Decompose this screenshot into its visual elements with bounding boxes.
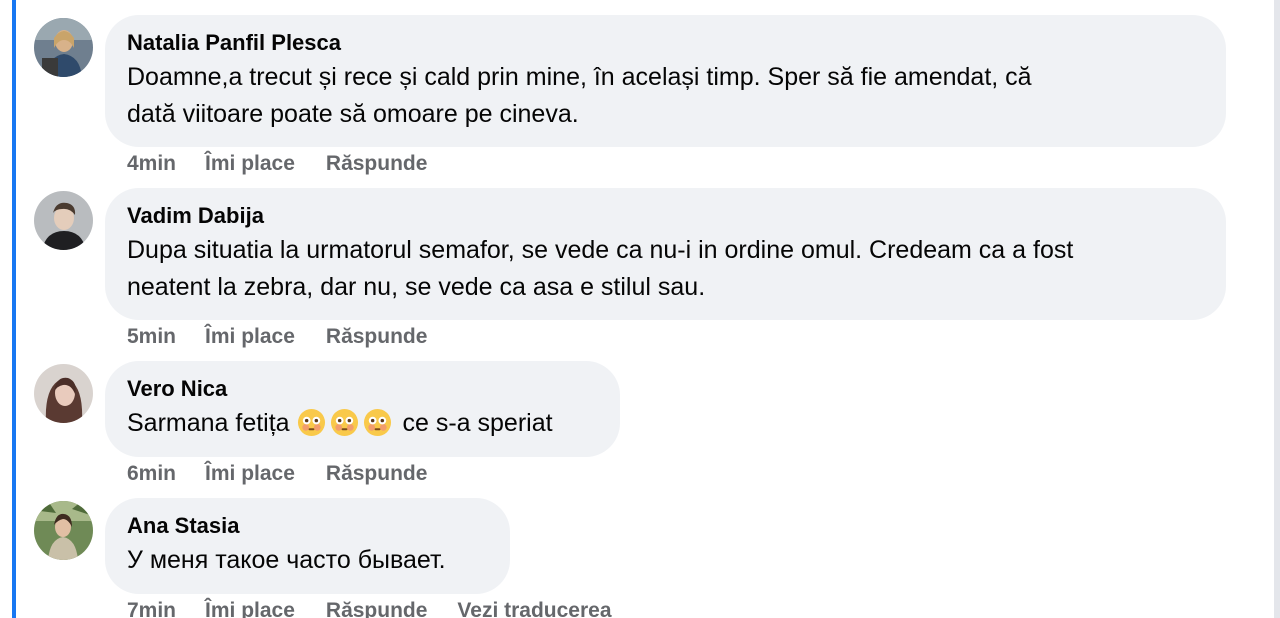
comment-timestamp[interactable]: 4min xyxy=(127,152,176,176)
comment-timestamp[interactable]: 5min xyxy=(127,325,176,349)
comment-text-line: Dupa situatia la urmatorul semafor, se v… xyxy=(127,236,1074,264)
comment-actions: 5min Îmi place Răspunde xyxy=(127,323,457,351)
comment-text-end: ce s-a speriat xyxy=(402,409,553,437)
flushed-face-emoji xyxy=(363,408,391,437)
comment-bubble: Ana Stasia У меня такое часто бывает. xyxy=(105,498,510,594)
comment-actions: 7min Îmi place Răspunde Vezi traducerea xyxy=(127,597,612,618)
like-button[interactable]: Îmi place xyxy=(205,152,295,176)
comment-timestamp[interactable]: 6min xyxy=(127,462,176,486)
reply-button[interactable]: Răspunde xyxy=(326,152,428,176)
comment-text: Doamne,a trecut și rece și cald prin min… xyxy=(127,59,1204,133)
thread-accent-bar xyxy=(12,0,16,618)
reply-button[interactable]: Răspunde xyxy=(326,325,428,349)
avatar-natalia-panfil-plesca[interactable] xyxy=(34,18,93,77)
see-translation-link[interactable]: Vezi traducerea xyxy=(457,599,611,618)
comment-text-line: neatent la zebra, dar nu, se vede ca asa… xyxy=(127,273,706,301)
comment-text: Sarmana fetița ce s-a speriat xyxy=(127,405,598,448)
flushed-face-emoji xyxy=(330,408,358,437)
comment-text-line: dată viitoare poate să omoare pe cineva. xyxy=(127,100,579,128)
scrollbar[interactable] xyxy=(1274,0,1280,618)
comment-actions: 6min Îmi place Răspunde xyxy=(127,460,457,488)
comment-text-line: Doamne,a trecut și rece și cald prin min… xyxy=(127,63,1032,91)
comment-actions: 4min Îmi place Răspunde xyxy=(127,150,457,178)
avatar-vero-nica[interactable] xyxy=(34,364,93,423)
flushed-face-emoji xyxy=(297,408,325,437)
comment-bubble: Natalia Panfil Plesca Doamne,a trecut și… xyxy=(105,15,1226,147)
comment-author[interactable]: Vadim Dabija xyxy=(127,202,1204,230)
comment-text: Dupa situatia la urmatorul semafor, se v… xyxy=(127,232,1204,306)
emoji-group xyxy=(297,408,396,448)
like-button[interactable]: Îmi place xyxy=(205,599,295,618)
reply-button[interactable]: Răspunde xyxy=(326,462,428,486)
comment-text-start: Sarmana fetița xyxy=(127,409,290,437)
comment-bubble: Vero Nica Sarmana fetița ce s-a speriat xyxy=(105,361,620,457)
comment-author[interactable]: Natalia Panfil Plesca xyxy=(127,29,1204,57)
comment-bubble: Vadim Dabija Dupa situatia la urmatorul … xyxy=(105,188,1226,320)
avatar-vadim-dabija[interactable] xyxy=(34,191,93,250)
avatar-ana-stasia[interactable] xyxy=(34,501,93,560)
like-button[interactable]: Îmi place xyxy=(205,462,295,486)
reply-button[interactable]: Răspunde xyxy=(326,599,428,618)
comment-text-line: У меня такое часто бывает. xyxy=(127,546,446,574)
comments-section: Natalia Panfil Plesca Doamne,a trecut și… xyxy=(0,0,1280,618)
comment-author[interactable]: Ana Stasia xyxy=(127,512,488,540)
comment-author[interactable]: Vero Nica xyxy=(127,375,598,403)
like-button[interactable]: Îmi place xyxy=(205,325,295,349)
comment-text: У меня такое часто бывает. xyxy=(127,542,488,579)
comment-timestamp[interactable]: 7min xyxy=(127,599,176,618)
